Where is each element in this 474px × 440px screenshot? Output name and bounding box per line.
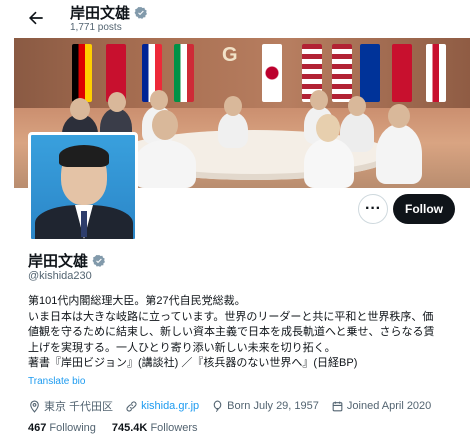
- location-icon: [28, 400, 41, 413]
- bio-line: 値観を守るために結束し、新しい資本主義で日本を成長軌道へと乗せ、さらなる賃: [28, 326, 435, 338]
- flag-decoration: [426, 44, 446, 102]
- profile-name-text: 岸田文雄: [28, 253, 89, 270]
- location-item: 東京 千代田区: [28, 398, 113, 414]
- person-figure: [224, 96, 242, 116]
- avatar-tie: [81, 211, 87, 237]
- profile-avatar[interactable]: [28, 132, 138, 242]
- person-figure: [388, 104, 410, 128]
- bio-line: 上げを実現する。一人ひとり寄り添い新しい未来を切り拓く。: [28, 341, 336, 354]
- flag-decoration: [392, 44, 412, 102]
- translate-bio-link[interactable]: Translate bio: [28, 376, 85, 387]
- back-arrow-icon[interactable]: [26, 8, 46, 28]
- balloon-icon: [211, 400, 224, 413]
- joined-text: Joined April 2020: [346, 400, 432, 412]
- profile-meta: 東京 千代田区 kishida.gr.jp Born July 29, 1957…: [28, 398, 443, 414]
- flag-decoration: [262, 44, 282, 102]
- header-name: 岸田文雄: [70, 5, 131, 22]
- followers-count: 745.4K: [111, 422, 148, 434]
- top-bar: 岸田文雄 1,771 posts: [0, 0, 474, 38]
- more-options-button[interactable]: ···: [358, 194, 388, 224]
- follow-button[interactable]: Follow: [393, 194, 455, 224]
- birthday-text: Born July 29, 1957: [227, 400, 319, 412]
- person-figure: [150, 90, 168, 110]
- person-figure: [134, 140, 196, 188]
- verified-badge-icon: [134, 6, 148, 20]
- location-text: 東京 千代田区: [44, 401, 114, 413]
- profile-handle: @kishida230: [28, 270, 92, 282]
- joined-item: Joined April 2020: [331, 400, 431, 413]
- person-figure: [70, 98, 90, 120]
- person-figure: [304, 138, 354, 188]
- avatar-hair: [59, 145, 109, 167]
- person-figure: [376, 124, 422, 184]
- post-count: 1,771 posts: [70, 22, 122, 33]
- bio-line: 著書『岸田ビジョン』(講談社) ／『核兵器のない世界へ』(日経BP): [28, 357, 358, 369]
- flag-decoration: [332, 44, 352, 102]
- bio-line: 第101代内閣総理大臣。第27代自民党総裁。: [28, 295, 246, 307]
- website-item[interactable]: kishida.gr.jp: [125, 400, 199, 413]
- header-title: 岸田文雄: [70, 2, 148, 23]
- person-figure: [218, 112, 248, 148]
- verified-badge-icon[interactable]: [92, 254, 106, 268]
- flag-decoration: [72, 44, 92, 102]
- summit-logo: G: [222, 44, 238, 66]
- birthday-item: Born July 29, 1957: [211, 400, 319, 413]
- bio-line: いま日本は大きな岐路に立っています。世界のリーダーと共に平和と世界秩序、価: [28, 310, 434, 323]
- following-link[interactable]: 467 Following: [28, 422, 96, 434]
- profile-bio: 第101代内閣総理大臣。第27代自民党総裁。 いま日本は大きな岐路に立っています…: [28, 294, 458, 372]
- calendar-icon: [331, 400, 344, 413]
- followers-link[interactable]: 745.4K Followers: [112, 422, 198, 434]
- website-link[interactable]: kishida.gr.jp: [141, 400, 199, 412]
- link-icon: [125, 400, 138, 413]
- person-figure: [108, 92, 126, 112]
- follow-counts: 467 Following 745.4K Followers: [28, 422, 198, 434]
- profile-name: 岸田文雄: [28, 250, 106, 271]
- following-count: 467: [28, 422, 47, 434]
- person-figure: [152, 110, 178, 140]
- flag-decoration: [360, 44, 380, 102]
- following-label: Following: [49, 422, 96, 434]
- person-figure: [310, 90, 328, 110]
- followers-label: Followers: [150, 422, 198, 434]
- person-figure: [348, 96, 366, 116]
- person-figure: [316, 114, 340, 142]
- flag-decoration: [174, 44, 194, 102]
